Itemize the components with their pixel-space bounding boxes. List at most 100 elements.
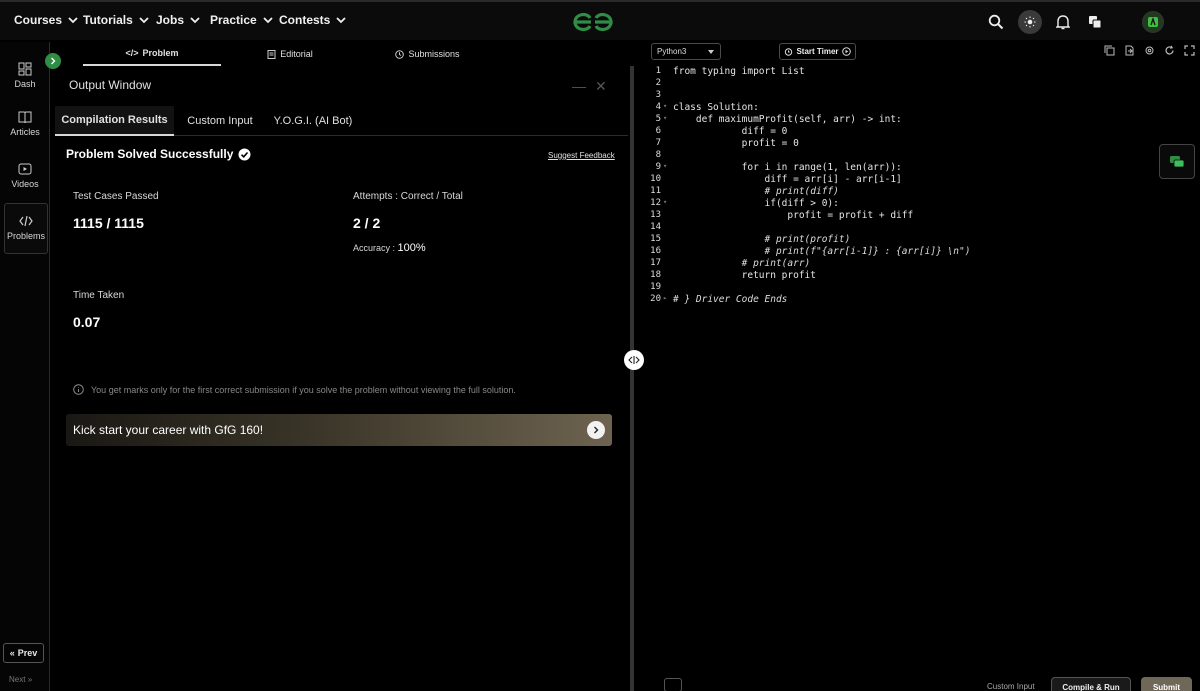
chat-button[interactable] xyxy=(1159,144,1195,179)
check-circle-icon xyxy=(238,148,251,160)
problem-tabs: </> Problem Editorial Submissions xyxy=(50,42,630,66)
gfg-logo[interactable] xyxy=(571,10,615,34)
language-value: Python3 xyxy=(657,47,687,56)
video-icon xyxy=(18,163,32,175)
time-taken-label: Time Taken xyxy=(73,290,125,301)
nav-courses[interactable]: Courses xyxy=(14,13,78,27)
output-tabs: Compilation Results Custom Input Y.O.G.I… xyxy=(55,106,628,136)
double-chevron-right-icon: » xyxy=(27,675,33,684)
output-window: Output Window — ✕ Compilation Results Cu… xyxy=(55,66,628,691)
submission-note: You get marks only for the first correct… xyxy=(73,384,516,395)
tab-compilation-results[interactable]: Compilation Results xyxy=(55,106,174,136)
expand-panel-button[interactable] xyxy=(45,53,61,69)
tab-problem[interactable]: </> Problem xyxy=(83,42,221,66)
nav-contests[interactable]: Contests xyxy=(279,13,346,27)
tab-label: Editorial xyxy=(280,49,313,59)
editor-settings-icon[interactable] xyxy=(664,678,682,691)
minimize-icon[interactable]: — xyxy=(572,78,586,94)
translate-icon[interactable] xyxy=(1085,12,1105,32)
info-icon xyxy=(73,384,84,395)
fullscreen-icon[interactable] xyxy=(1184,45,1195,56)
banner-arrow-button[interactable] xyxy=(587,421,605,439)
tab-submissions[interactable]: Submissions xyxy=(385,42,470,66)
double-chevron-left-icon: « xyxy=(9,648,15,658)
sidebar-item-dash[interactable]: Dash xyxy=(0,62,50,89)
file-import-icon[interactable] xyxy=(1124,45,1135,56)
code-line-text: for i in range(1, len(arr)): xyxy=(673,162,902,173)
avatar[interactable] xyxy=(1142,11,1164,33)
fold-icon[interactable]: ▸ xyxy=(663,294,667,302)
chevron-down-icon xyxy=(336,17,346,24)
fold-icon[interactable]: ▾ xyxy=(663,198,667,206)
code-line-text: def maximumProfit(self, arr) -> int: xyxy=(673,114,902,125)
code-line-text: # print(f"{arr[i-1]} : {arr[i]} \n") xyxy=(673,246,971,257)
fold-icon[interactable]: ▾ xyxy=(663,114,667,122)
code-line-text: # print(profit) xyxy=(673,234,851,245)
tab-editorial[interactable]: Editorial xyxy=(250,42,330,66)
note-text: You get marks only for the first correct… xyxy=(91,384,516,395)
nav-label: Jobs xyxy=(156,13,185,27)
close-icon[interactable]: ✕ xyxy=(595,78,607,95)
top-navigation: Courses Tutorials Jobs Practice Contests xyxy=(0,0,1200,40)
sidebar-item-problems[interactable]: Problems xyxy=(4,203,48,254)
code-editor[interactable]: 1 from typing import List 2 3 4 ▾ class Sol… xyxy=(641,66,1151,326)
tab-label: Compilation Results xyxy=(61,114,168,126)
nav-label: Tutorials xyxy=(83,13,133,27)
code-line-text: # print(diff) xyxy=(673,186,839,197)
nav-label: Contests xyxy=(279,13,331,27)
prev-problem-button[interactable]: « Prev xyxy=(3,643,44,663)
sidebar-item-videos[interactable]: Videos xyxy=(0,162,50,189)
user-badge-icon xyxy=(1148,16,1158,27)
sun-icon xyxy=(1024,16,1036,28)
chevron-down-icon xyxy=(263,17,273,24)
code-line-text: class Solution: xyxy=(673,102,759,113)
success-heading: Problem Solved Successfully xyxy=(66,147,251,161)
sidebar-item-articles[interactable]: Articles xyxy=(0,110,50,137)
code-line-text: # } Driver Code Ends xyxy=(673,294,788,305)
nav-jobs[interactable]: Jobs xyxy=(156,13,200,27)
resize-handle-icon[interactable] xyxy=(624,350,644,370)
test-cases-value: 1115 / 1115 xyxy=(73,215,144,231)
chevron-down-icon xyxy=(139,17,149,24)
start-timer-button[interactable]: Start Timer xyxy=(779,43,856,60)
output-window-title: Output Window xyxy=(69,78,152,92)
suggest-feedback-link[interactable]: Suggest Feedback xyxy=(548,151,615,160)
fold-icon[interactable]: ▾ xyxy=(663,162,667,170)
tab-yogi-ai-bot[interactable]: Y.O.G.I. (AI Bot) xyxy=(269,106,357,136)
bell-icon[interactable] xyxy=(1053,12,1073,32)
left-sidebar: Dash Articles Videos Problems xyxy=(0,42,50,691)
editor-toolbar: Python3 Start Timer xyxy=(636,42,1200,62)
code-icon xyxy=(19,215,33,227)
gfg160-banner[interactable]: Kick start your career with GfG 160! xyxy=(66,414,612,446)
clock-icon xyxy=(395,49,405,59)
book-icon xyxy=(18,111,32,124)
tab-label: Submissions xyxy=(408,49,460,59)
reset-icon[interactable] xyxy=(1164,45,1175,56)
document-icon xyxy=(267,49,276,59)
accuracy-value: 100% xyxy=(397,242,426,254)
language-select[interactable]: Python3 xyxy=(651,43,721,60)
nav-tutorials[interactable]: Tutorials xyxy=(83,13,149,27)
nav-practice[interactable]: Practice xyxy=(210,13,273,27)
fold-icon[interactable]: ▾ xyxy=(663,102,667,110)
tab-custom-input[interactable]: Custom Input xyxy=(179,106,261,136)
gear-icon[interactable] xyxy=(1144,45,1155,56)
success-text: Problem Solved Successfully xyxy=(66,147,234,161)
next-problem-button[interactable]: Next » xyxy=(9,675,32,684)
submit-button[interactable]: Submit xyxy=(1141,677,1192,691)
theme-toggle-button[interactable] xyxy=(1018,10,1042,34)
search-icon[interactable] xyxy=(986,12,1006,32)
copy-icon[interactable] xyxy=(1104,45,1115,56)
code-line-text: if(diff > 0): xyxy=(673,198,839,209)
compile-run-button[interactable]: Compile & Run xyxy=(1051,677,1131,691)
banner-text: Kick start your career with GfG 160! xyxy=(73,423,264,437)
code-line-text: profit = 0 xyxy=(673,138,799,149)
custom-input-toggle[interactable]: Custom Input xyxy=(987,682,1035,691)
accuracy-label: Accuracy : xyxy=(353,243,396,253)
caret-down-icon xyxy=(708,49,714,54)
panel-divider[interactable] xyxy=(630,66,634,691)
timer-label: Start Timer xyxy=(796,47,839,56)
code-line-text: from typing import List xyxy=(673,66,805,77)
code-line-text: diff = arr[i] - arr[i-1] xyxy=(673,174,902,185)
chevron-down-icon xyxy=(190,17,200,24)
